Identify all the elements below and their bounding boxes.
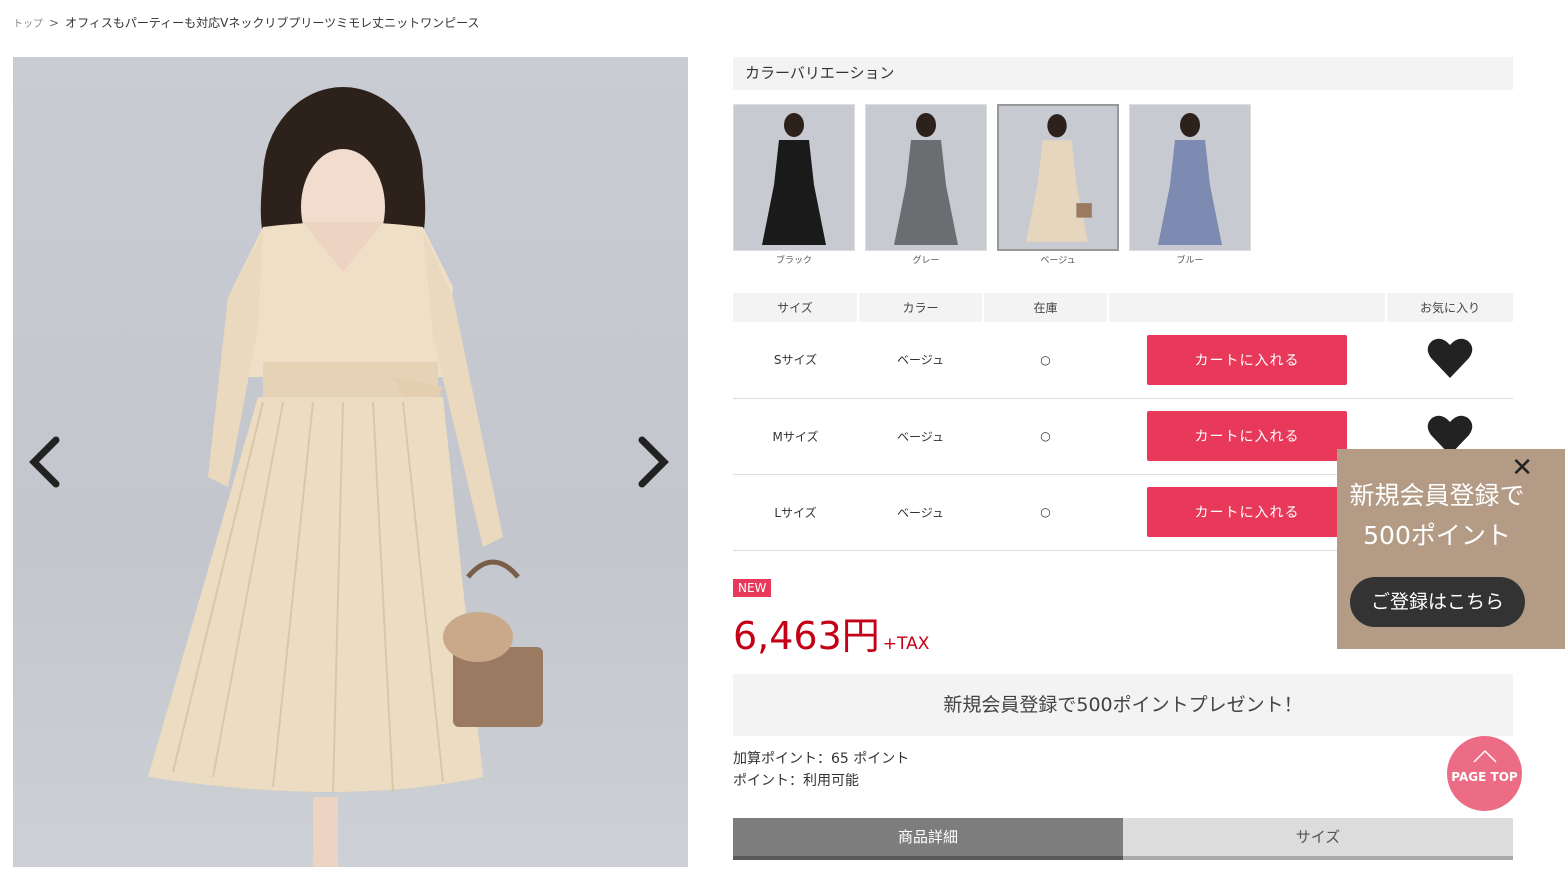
- points-info: 加算ポイント：65 ポイント ポイント：利用可能: [733, 748, 909, 792]
- chevron-left-icon: [29, 436, 60, 488]
- points-added: 加算ポイント：65 ポイント: [733, 751, 910, 767]
- variation-thumb: [1129, 104, 1251, 251]
- stock-table-header: サイズ カラー 在庫 お気に入り: [733, 293, 1513, 322]
- row-size: Sサイズ: [733, 322, 858, 399]
- next-image-button[interactable]: [633, 432, 673, 492]
- breadcrumb: トップ > オフィスもパーティーも対応Vネックリブプリーツミモレ丈ニットワンピー…: [13, 14, 479, 31]
- chevron-right-icon: [638, 436, 669, 488]
- tab-product-details[interactable]: 商品詳細: [733, 818, 1123, 860]
- breadcrumb-home-link[interactable]: トップ: [13, 15, 43, 30]
- breadcrumb-current: オフィスもパーティーも対応Vネックリブプリーツミモレ丈ニットワンピース: [65, 16, 480, 30]
- row-stock: ○: [983, 322, 1108, 399]
- row-color: ベージュ: [858, 322, 983, 399]
- add-to-cart-button[interactable]: カートに入れる: [1147, 411, 1347, 461]
- add-to-cart-button[interactable]: カートに入れる: [1147, 487, 1347, 537]
- price-amount: 6,463円: [733, 614, 880, 658]
- row-color: ベージュ: [858, 474, 983, 551]
- header-cart: [1108, 293, 1387, 322]
- table-row: Sサイズ ベージュ ○ カートに入れる: [733, 322, 1513, 399]
- variation-label: ブラック: [775, 256, 812, 266]
- popup-line2: 500ポイント: [1363, 521, 1511, 550]
- price-tax: +TAX: [882, 634, 930, 654]
- variation-beige[interactable]: ベージュ: [997, 104, 1119, 266]
- header-color: カラー: [858, 293, 984, 322]
- variation-label: ブルー: [1176, 256, 1204, 266]
- close-icon[interactable]: ✕: [1511, 453, 1533, 483]
- member-promo-bar: 新規会員登録で500ポイントプレゼント！: [733, 674, 1513, 736]
- variation-thumb: [997, 104, 1119, 251]
- variation-black[interactable]: ブラック: [733, 104, 855, 266]
- add-to-cart-button[interactable]: カートに入れる: [1147, 334, 1347, 385]
- header-size: サイズ: [733, 293, 859, 322]
- row-color: ベージュ: [858, 398, 983, 475]
- page-top-label: PAGE TOP: [1451, 770, 1518, 784]
- product-tabs: 商品詳細 サイズ: [733, 818, 1513, 860]
- tab-size[interactable]: サイズ: [1123, 818, 1513, 860]
- points-usable: ポイント：利用可能: [733, 773, 859, 789]
- prev-image-button[interactable]: [25, 432, 65, 492]
- row-size: Mサイズ: [733, 398, 858, 475]
- page-top-button[interactable]: PAGE TOP: [1447, 736, 1522, 811]
- model-photo: [148, 87, 543, 867]
- product-main-image: [13, 57, 688, 867]
- row-stock: ○: [983, 474, 1108, 551]
- registration-popup: ✕ 新規会員登録で 500ポイント ご登録はこちら: [1337, 449, 1565, 649]
- variation-thumb: [733, 104, 855, 251]
- color-variation-list: ブラック グレー ベージュ ブルー: [733, 104, 1251, 266]
- header-stock: 在庫: [983, 293, 1109, 322]
- variation-label: グレー: [912, 256, 940, 266]
- breadcrumb-separator: >: [49, 15, 60, 30]
- register-button[interactable]: ご登録はこちら: [1350, 577, 1525, 627]
- variation-gray[interactable]: グレー: [865, 104, 987, 266]
- row-stock: ○: [983, 398, 1108, 475]
- header-favorite: お気に入り: [1386, 293, 1513, 322]
- favorite-heart-icon[interactable]: [1426, 336, 1474, 380]
- chevron-up-icon: [1472, 749, 1497, 763]
- new-badge: NEW: [733, 579, 772, 597]
- variation-label: ベージュ: [1040, 256, 1076, 266]
- variation-blue[interactable]: ブルー: [1129, 104, 1251, 266]
- variation-thumb: [865, 104, 987, 251]
- row-size: Lサイズ: [733, 474, 858, 551]
- price: 6,463円 +TAX: [733, 605, 929, 660]
- color-variation-header: カラーバリエーション: [733, 57, 1513, 90]
- popup-line1: 新規会員登録で: [1349, 481, 1525, 510]
